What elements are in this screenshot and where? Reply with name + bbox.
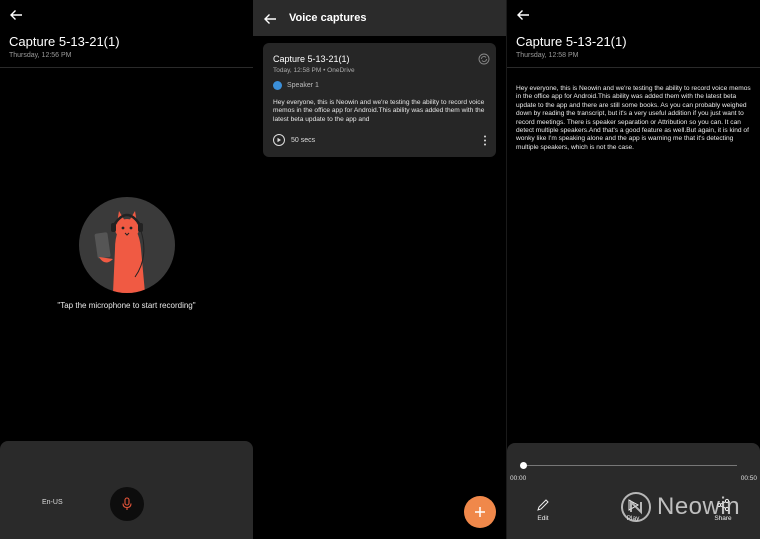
page-title: Voice captures (289, 12, 367, 24)
neowin-watermark: Neowin (621, 492, 740, 522)
card-title: Capture 5-13-21(1) (273, 54, 350, 64)
watermark-text: Neowin (657, 493, 741, 520)
capture-title: Capture 5-13-21(1) (516, 34, 627, 49)
capture-date: Thursday, 12:56 PM (9, 52, 72, 59)
seek-thumb[interactable] (520, 462, 527, 469)
seek-bar[interactable] (523, 465, 737, 466)
total-time: 00:50 (740, 475, 757, 482)
record-button[interactable] (110, 487, 144, 521)
speaker-name: Speaker 1 (287, 82, 319, 89)
playback-panel: 00:00 00:50 Edit Play Share (507, 443, 760, 539)
header-divider (507, 67, 760, 68)
listening-illustration (79, 197, 175, 293)
play-icon[interactable] (273, 134, 285, 146)
transcript-excerpt: Hey everyone, this is Neowin and we're t… (273, 99, 485, 123)
back-arrow-icon[interactable] (262, 11, 278, 27)
top-app-bar: Voice captures (253, 0, 506, 36)
transcript-screen: Capture 5-13-21(1) Thursday, 12:58 PM He… (507, 0, 760, 539)
transcript-text: Hey everyone, this is Neowin and we're t… (516, 85, 751, 151)
sync-icon (478, 53, 490, 65)
edit-button[interactable]: Edit (523, 498, 563, 522)
card-meta: Today, 12:58 PM • OneDrive (273, 67, 355, 74)
duration-label: 50 secs (291, 136, 316, 144)
header-divider (0, 67, 253, 68)
speaker-avatar-icon (273, 81, 282, 90)
back-arrow-icon[interactable] (8, 7, 24, 23)
more-options-icon[interactable] (483, 135, 487, 146)
add-capture-button[interactable] (464, 496, 496, 528)
capture-date: Thursday, 12:58 PM (516, 52, 579, 59)
elapsed-time: 00:00 (510, 475, 527, 482)
edit-label: Edit (537, 515, 549, 522)
capture-title: Capture 5-13-21(1) (9, 34, 120, 49)
neowin-logo-icon (621, 492, 651, 522)
plus-icon (475, 507, 485, 517)
back-arrow-icon[interactable] (515, 7, 531, 23)
play-row[interactable]: 50 secs (273, 134, 315, 146)
tap-microphone-prompt: "Tap the microphone to start recording" (57, 301, 196, 310)
speaker-row: Speaker 1 (273, 81, 319, 90)
language-selector[interactable]: En-US (42, 499, 63, 506)
pencil-icon (537, 499, 549, 511)
voice-captures-screen: Voice captures Capture 5-13-21(1) Today,… (253, 0, 506, 539)
recording-screen: Capture 5-13-21(1) Thursday, 12:56 PM "T… (0, 0, 253, 539)
capture-card[interactable]: Capture 5-13-21(1) Today, 12:58 PM • One… (263, 43, 496, 157)
microphone-icon (122, 497, 132, 510)
